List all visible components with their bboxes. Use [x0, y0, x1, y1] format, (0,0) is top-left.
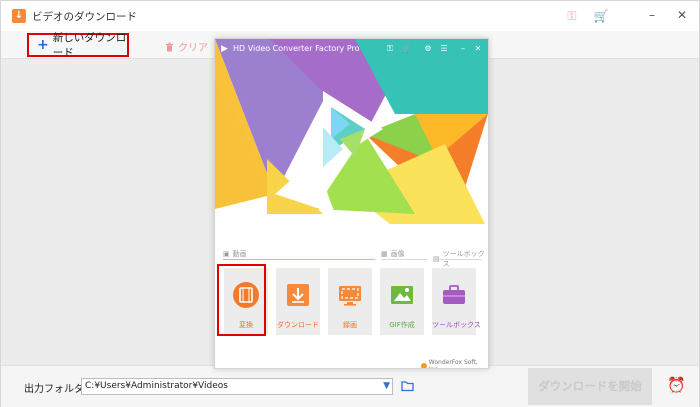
- image-section-divider: [381, 259, 427, 260]
- menu-icon[interactable]: ☰: [439, 43, 449, 54]
- toolbox-icon: [443, 285, 465, 304]
- key-icon[interactable]: ⚿: [563, 8, 581, 24]
- gif-maker-tool-label: GIF作成: [389, 321, 415, 329]
- video-section-label: ▣ 動画: [223, 250, 247, 258]
- close-button[interactable]: ✕: [673, 7, 691, 23]
- screen-record-icon: [339, 286, 361, 306]
- window-title: ビデオのダウンロード: [32, 11, 137, 23]
- clear-label: クリア: [178, 43, 208, 54]
- download-icon: [287, 284, 309, 306]
- record-tool-label: 録画: [343, 321, 357, 329]
- record-tool[interactable]: 録画: [328, 268, 372, 335]
- key-icon[interactable]: ⚿: [385, 43, 395, 54]
- output-folder-value: C:¥Users¥Administrator¥Videos: [85, 381, 228, 391]
- cart-icon[interactable]: 🛒: [401, 43, 411, 54]
- download-tool[interactable]: ダウンロード: [276, 268, 320, 335]
- convert-tool-highlight: [217, 264, 266, 336]
- minimize-button[interactable]: –: [643, 7, 661, 23]
- gear-icon[interactable]: ⚙: [423, 43, 433, 54]
- banner-artwork: [215, 39, 488, 239]
- download-tool-label: ダウンロード: [277, 321, 319, 329]
- folder-icon[interactable]: [401, 378, 415, 394]
- app-logo-icon: ▶: [221, 44, 228, 54]
- video-section-divider: [223, 259, 375, 260]
- video-section-icon: ▣: [223, 250, 230, 258]
- output-folder-select[interactable]: C:¥Users¥Administrator¥Videos ▼: [81, 378, 393, 395]
- wonderfox-footer: WonderFox Soft, Inc.: [421, 359, 488, 368]
- title-bar: ↓ ビデオのダウンロード ⚿ 🛒 – ✕: [1, 1, 699, 31]
- start-download-button[interactable]: ダウンロードを開始: [528, 368, 652, 405]
- trash-icon: [166, 42, 173, 51]
- toolbox-tool[interactable]: ツールボックス: [432, 268, 481, 335]
- plus-icon: +: [37, 37, 49, 53]
- chevron-down-icon[interactable]: ▼: [383, 379, 390, 394]
- new-download-label: 新しいダウンロード: [52, 32, 127, 59]
- minimize-button[interactable]: –: [458, 43, 468, 54]
- image-section-icon: ▦: [381, 250, 388, 258]
- gif-maker-tool[interactable]: GIF作成: [380, 268, 424, 335]
- close-button[interactable]: ✕: [473, 43, 483, 54]
- wonderfox-logo-icon: [421, 363, 427, 368]
- image-section-label: ▦ 画像: [381, 250, 405, 258]
- toolbox-tool-label: ツールボックス: [432, 321, 481, 329]
- toolbox-section-divider: [433, 259, 481, 260]
- open-folder-icon: [401, 381, 414, 392]
- bottom-bar: 出力フォルダ： C:¥Users¥Administrator¥Videos ▼ …: [1, 365, 699, 407]
- inner-app-title: HD Video Converter Factory Pro: [233, 44, 360, 53]
- gif-image-icon: [391, 286, 413, 304]
- new-download-button[interactable]: + 新しいダウンロード: [27, 32, 129, 59]
- cart-icon[interactable]: 🛒: [592, 8, 610, 24]
- inner-title-bar: ▶ HD Video Converter Factory Pro ⚿ 🛒 ⚙ ☰…: [215, 39, 488, 59]
- clear-button[interactable]: クリア: [165, 39, 208, 54]
- alarm-clock-icon[interactable]: ⏰: [667, 376, 686, 394]
- app-download-icon: ↓: [12, 9, 26, 23]
